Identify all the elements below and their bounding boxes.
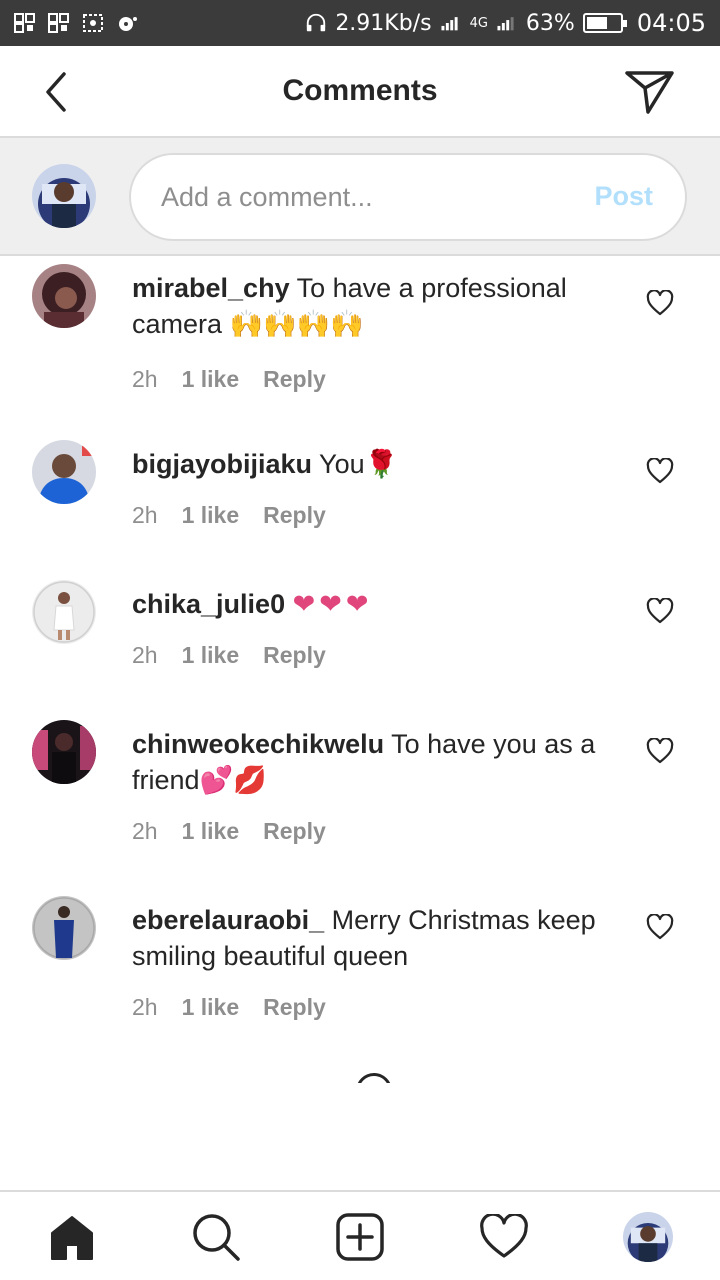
comment-username[interactable]: chinweokechikwelu <box>132 729 384 759</box>
heart-outline-icon <box>646 737 674 764</box>
reply-button[interactable]: Reply <box>263 818 326 845</box>
like-button[interactable] <box>646 597 674 624</box>
like-button[interactable] <box>646 289 674 316</box>
comment-time: 2h <box>132 642 158 668</box>
comment-emoji: 🌹 <box>364 449 399 480</box>
comment-username[interactable]: mirabel_chy <box>132 273 290 303</box>
add-post-icon <box>336 1213 384 1261</box>
network-speed: 2.91Kb/s <box>335 10 432 36</box>
clock: 04:05 <box>636 9 706 37</box>
reply-button[interactable]: Reply <box>263 366 326 393</box>
comment-text: chika_julie0 ❤❤❤ <box>132 586 612 623</box>
comment-input[interactable] <box>161 155 561 239</box>
comment-time: 2h <box>132 818 158 844</box>
reply-button[interactable]: Reply <box>263 642 326 669</box>
comment-meta: 2h 1 like Reply <box>132 818 326 845</box>
like-button[interactable] <box>646 457 674 484</box>
signal-sim1-icon <box>440 13 462 33</box>
commenter-avatar[interactable] <box>32 896 96 960</box>
commenter-avatar[interactable] <box>32 720 96 784</box>
status-system-info: 2.91Kb/s 4G 63% 04:05 <box>305 9 706 37</box>
like-button[interactable] <box>646 913 674 940</box>
comment-likes[interactable]: 1 like <box>182 994 240 1021</box>
comment-text: chinweokechikwelu To have you as a frien… <box>132 726 612 799</box>
comment-text: mirabel_chy To have a professional camer… <box>132 270 612 343</box>
comment-message: You <box>312 449 365 479</box>
screenshot-icon <box>82 13 104 33</box>
music-player-icon <box>116 13 138 33</box>
comment-likes[interactable]: 1 like <box>182 642 240 669</box>
status-bar: 2.91Kb/s 4G 63% 04:05 <box>0 0 720 46</box>
comment-meta: 2h 1 like Reply <box>132 642 326 669</box>
battery-fill <box>586 17 607 29</box>
battery-percent: 63% <box>525 10 575 36</box>
comment-time: 2h <box>132 366 158 392</box>
loading-spinner <box>356 1073 392 1083</box>
nav-profile[interactable] <box>621 1210 675 1264</box>
comment-input-container: Post <box>129 153 687 241</box>
comment-meta: 2h 1 like Reply <box>132 502 326 529</box>
battery-icon <box>582 13 627 33</box>
comment-time: 2h <box>132 994 158 1020</box>
comment-meta: 2h 1 like Reply <box>132 994 326 1021</box>
heart-outline-icon <box>646 457 674 484</box>
nav-home[interactable] <box>45 1210 99 1264</box>
comment-emoji: ❤❤❤ <box>292 589 373 620</box>
comment-username[interactable]: bigjayobijiaku <box>132 449 312 479</box>
qr-app-icon <box>14 13 36 33</box>
nav-activity[interactable] <box>477 1210 531 1264</box>
header: Comments <box>0 46 720 138</box>
bottom-navigation <box>0 1190 720 1280</box>
comment-composer: Post <box>0 138 720 256</box>
qr-app-icon-2 <box>48 13 70 33</box>
heart-outline-icon <box>646 597 674 624</box>
commenter-avatar[interactable] <box>32 264 96 328</box>
comment-emoji: 🙌🙌🙌🙌 <box>229 309 365 340</box>
comment-likes[interactable]: 1 like <box>182 366 240 393</box>
comment-emoji: 💕💋 <box>199 765 267 796</box>
signal-sim2-icon <box>496 13 518 33</box>
heart-outline-icon <box>646 289 674 316</box>
user-avatar[interactable] <box>32 164 96 228</box>
headphones-icon <box>305 13 327 33</box>
profile-avatar <box>623 1212 673 1262</box>
comment-likes[interactable]: 1 like <box>182 818 240 845</box>
paper-plane-icon <box>625 71 674 114</box>
comments-list: mirabel_chy To have a professional camer… <box>0 256 720 1191</box>
comment-username[interactable]: eberelauraobi_ <box>132 905 324 935</box>
commenter-avatar[interactable] <box>32 580 96 644</box>
nav-new-post[interactable] <box>333 1210 387 1264</box>
status-notification-icons <box>14 13 138 33</box>
comment-message <box>285 589 293 619</box>
reply-button[interactable]: Reply <box>263 994 326 1021</box>
comment-time: 2h <box>132 502 158 528</box>
post-button[interactable]: Post <box>594 181 653 212</box>
heart-outline-icon <box>646 913 674 940</box>
home-icon <box>51 1216 93 1260</box>
comment-text: bigjayobijiaku You🌹 <box>132 446 612 483</box>
search-icon <box>193 1214 240 1261</box>
comment-text: eberelauraobi_ Merry Christmas keep smil… <box>132 902 612 975</box>
nav-search[interactable] <box>189 1210 243 1264</box>
heart-icon <box>480 1214 528 1258</box>
comment-meta: 2h 1 like Reply <box>132 366 326 393</box>
commenter-avatar[interactable] <box>32 440 96 504</box>
like-button[interactable] <box>646 737 674 764</box>
reply-button[interactable]: Reply <box>263 502 326 529</box>
comment-likes[interactable]: 1 like <box>182 502 240 529</box>
comment-username[interactable]: chika_julie0 <box>132 589 285 619</box>
page-title: Comments <box>282 74 438 107</box>
network-type: 4G <box>469 15 488 31</box>
share-button[interactable] <box>624 68 676 116</box>
